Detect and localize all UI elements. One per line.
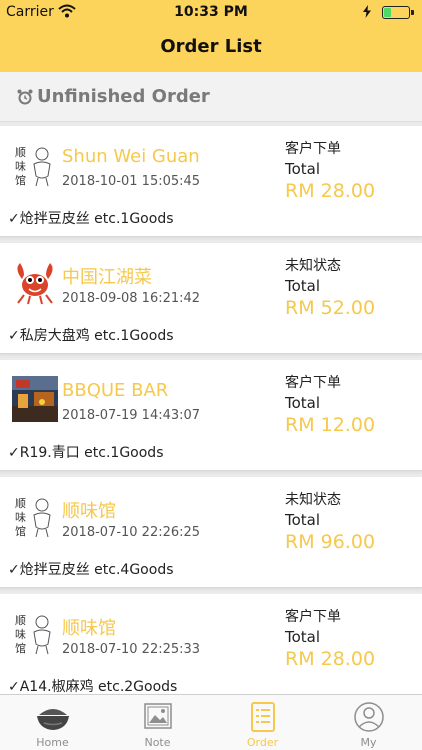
shop-logo: 顺 味 馆 <box>12 493 58 539</box>
order-goods: ✓炝拌豆皮丝 etc.4Goods <box>8 562 174 578</box>
shop-name: Shun Wei Guan <box>62 146 200 167</box>
page-title: Order List <box>160 36 262 57</box>
section-label: Unfinished Order <box>37 86 210 107</box>
order-goods: ✓炝拌豆皮丝 etc.1Goods <box>8 211 174 227</box>
svg-text:味: 味 <box>15 160 26 173</box>
svg-text:顺: 顺 <box>15 497 26 510</box>
user-icon <box>354 702 384 732</box>
order-amount: RM 12.00 <box>285 414 376 436</box>
order-goods: ✓私房大盘鸡 etc.1Goods <box>8 328 174 344</box>
order-amount: RM 28.00 <box>285 180 376 202</box>
shop-logo: 顺 味 馆 <box>12 610 58 656</box>
shop-photo <box>12 376 58 422</box>
battery-icon <box>382 6 410 19</box>
svg-text:馆: 馆 <box>15 641 26 655</box>
total-label: Total <box>285 511 321 529</box>
order-card[interactable]: BBQUE BAR 2018-07-19 14:43:07 ✓R19.青口 et… <box>0 360 422 471</box>
order-status: 未知状态 <box>285 492 341 508</box>
tab-home[interactable]: Home <box>0 695 105 750</box>
order-datetime: 2018-07-19 14:43:07 <box>62 408 201 423</box>
tab-my[interactable]: My <box>316 695 421 750</box>
svg-text:馆: 馆 <box>15 173 26 187</box>
order-card[interactable]: 顺 味 馆 Shun Wei Guan 2018-10-01 15:05:45 … <box>0 126 422 237</box>
total-label: Total <box>285 394 321 412</box>
unfinished-order-header: Unfinished Order <box>0 72 422 122</box>
order-card[interactable]: 顺 味 馆 顺味馆 2018-07-10 22:25:33 ✓A14.椒麻鸡 e… <box>0 594 422 694</box>
tab-label: Order <box>246 736 279 749</box>
svg-text:顺: 顺 <box>15 614 26 627</box>
order-card[interactable]: 顺 味 馆 顺味馆 2018-07-10 22:26:25 ✓炝拌豆皮丝 etc… <box>0 477 422 588</box>
total-label: Total <box>285 628 321 646</box>
tab-order[interactable]: Order <box>210 695 315 750</box>
order-list[interactable]: 顺 味 馆 Shun Wei Guan 2018-10-01 15:05:45 … <box>0 122 422 694</box>
shop-name: 顺味馆 <box>62 618 116 639</box>
battery-tip <box>411 10 414 15</box>
alarm-clock-icon <box>17 89 33 105</box>
svg-text:馆: 馆 <box>15 524 26 538</box>
navigation-bar: Order List <box>0 24 422 72</box>
order-status: 客户下单 <box>285 609 341 625</box>
order-datetime: 2018-09-08 16:21:42 <box>62 291 201 306</box>
total-label: Total <box>285 277 321 295</box>
tab-note[interactable]: Note <box>105 695 210 750</box>
list-icon <box>251 702 275 732</box>
order-goods: ✓A14.椒麻鸡 etc.2Goods <box>8 679 178 694</box>
gallery-icon <box>144 703 172 729</box>
order-card[interactable]: 中国江湖菜 2018-09-08 16:21:42 ✓私房大盘鸡 etc.1Go… <box>0 243 422 354</box>
tab-label: Home <box>36 736 69 749</box>
shop-name: 顺味馆 <box>62 501 116 522</box>
shop-logo <box>12 259 58 305</box>
order-datetime: 2018-07-10 22:26:25 <box>62 525 201 540</box>
order-status: 客户下单 <box>285 141 341 157</box>
order-amount: RM 52.00 <box>285 297 376 319</box>
tab-label: Note <box>144 736 171 749</box>
order-amount: RM 28.00 <box>285 648 376 670</box>
order-datetime: 2018-10-01 15:05:45 <box>62 174 201 189</box>
charging-icon <box>363 5 371 18</box>
total-label: Total <box>285 160 321 178</box>
tab-bar: Home Note Order My <box>0 694 422 750</box>
order-amount: RM 96.00 <box>285 531 376 553</box>
clock-time: 10:33 PM <box>174 4 248 20</box>
bowl-icon <box>37 709 69 730</box>
order-goods: ✓R19.青口 etc.1Goods <box>8 445 164 461</box>
tab-label: My <box>360 736 377 749</box>
order-status: 未知状态 <box>285 258 341 274</box>
svg-text:味: 味 <box>15 628 26 641</box>
shop-logo: 顺 味 馆 <box>12 142 58 188</box>
shop-name: 中国江湖菜 <box>62 267 152 288</box>
shop-name: BBQUE BAR <box>62 380 169 401</box>
svg-text:味: 味 <box>15 511 26 524</box>
svg-text:顺: 顺 <box>15 146 26 159</box>
order-datetime: 2018-07-10 22:25:33 <box>62 642 201 657</box>
order-status: 客户下单 <box>285 375 341 391</box>
status-bar: Carrier 10:33 PM <box>0 0 422 24</box>
